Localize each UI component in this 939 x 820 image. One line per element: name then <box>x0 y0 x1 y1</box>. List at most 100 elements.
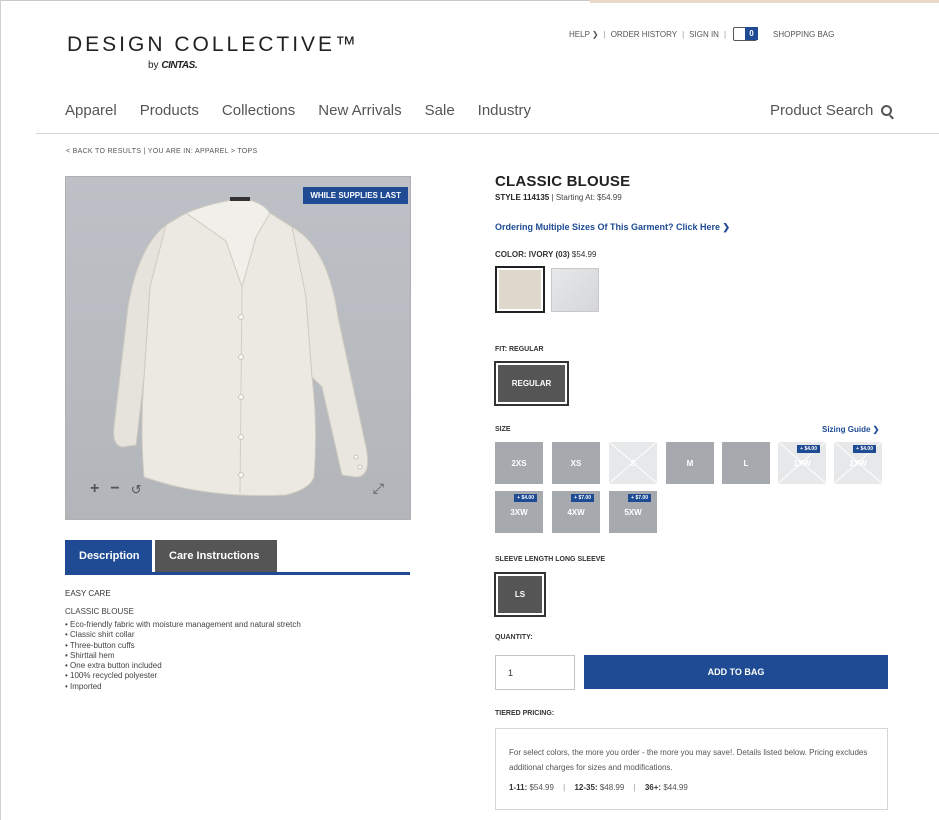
size-upcharge-badge: + $4.00 <box>853 445 876 453</box>
size-option-xs[interactable]: XS <box>552 442 600 484</box>
swatch-fill <box>499 270 541 309</box>
list-item: Shirttail hem <box>65 651 301 661</box>
description-title: CLASSIC BLOUSE <box>65 607 134 616</box>
logo-by-text: by <box>148 60 159 71</box>
tier-range: 1-11: <box>509 783 528 792</box>
help-link[interactable]: HELP <box>569 30 590 39</box>
tier-price: $48.99 <box>599 783 625 792</box>
shopping-bag-icon[interactable]: 0 <box>733 27 759 41</box>
window-left-border <box>0 0 1 820</box>
color-label: COLOR: IVORY (03) <box>495 250 570 259</box>
fit-label: FIT: REGULAR <box>495 346 544 353</box>
nav-item-collections[interactable]: Collections <box>222 102 295 119</box>
nav-divider <box>36 133 939 134</box>
size-option-m[interactable]: M <box>666 442 714 484</box>
fit-regular-label: REGULAR <box>498 365 565 402</box>
tier-prices: 1-11: $54.99 | 12-35: $48.99 | 36+: $44.… <box>509 783 875 792</box>
tier-price: $44.99 <box>663 783 688 792</box>
size-upcharge-badge: + $4.00 <box>514 494 537 502</box>
product-title: CLASSIC BLOUSE <box>495 173 631 190</box>
nav-item-products[interactable]: Products <box>140 102 199 119</box>
size-option-label: M <box>686 458 694 468</box>
tier-range: 12-35: <box>574 783 598 792</box>
product-search-button[interactable]: Product Search <box>770 102 893 119</box>
description-heading: EASY CARE <box>65 589 111 598</box>
color-line: COLOR: IVORY (03) $54.99 <box>495 250 596 259</box>
order-history-link[interactable]: ORDER HISTORY <box>611 30 677 39</box>
list-item: Imported <box>65 682 301 692</box>
size-option-2xs[interactable]: 2XS <box>495 442 543 484</box>
quantity-label: QUANTITY: <box>495 634 533 641</box>
tab-care-instructions[interactable]: Care Instructions <box>155 540 277 572</box>
list-item: 100% recycled polyester <box>65 671 301 681</box>
size-option-label: S <box>630 458 636 468</box>
style-line: STYLE 114135 | Starting At: $54.99 <box>495 193 622 202</box>
reset-zoom-icon[interactable]: ↺ <box>131 483 142 496</box>
quantity-input[interactable] <box>495 655 575 690</box>
tier-range: 36+: <box>644 783 662 792</box>
add-to-bag-button[interactable]: ADD TO BAG <box>584 655 888 689</box>
product-image[interactable]: WHILE SUPPLIES LAST + − ↺ ⤢ <box>65 176 411 520</box>
while-supplies-last-badge: WHILE SUPPLIES LAST <box>303 187 408 204</box>
list-item: Eco-friendly fabric with moisture manage… <box>65 620 301 630</box>
site-logo[interactable]: DESIGN COLLECTIVE™ by CINTAS. <box>67 33 360 71</box>
size-upcharge-badge: + $7.00 <box>628 494 651 502</box>
separator: | <box>563 783 566 792</box>
size-upcharge-badge: + $4.00 <box>797 445 820 453</box>
window-top-accent <box>590 0 939 3</box>
tab-underline <box>65 572 410 575</box>
logo-wordmark: DESIGN COLLECTIVE™ <box>67 33 360 56</box>
list-item: Three-button cuffs <box>65 641 301 651</box>
color-swatch-ivory[interactable] <box>495 266 545 313</box>
nav-item-industry[interactable]: Industry <box>478 102 531 119</box>
size-upcharge-badge: + $7.00 <box>571 494 594 502</box>
color-price: $54.99 <box>571 250 597 259</box>
tab-description[interactable]: Description <box>65 540 152 572</box>
separator: | <box>603 29 606 39</box>
zoom-controls: + − ↺ <box>90 481 153 497</box>
zoom-in-icon[interactable]: + <box>90 481 99 497</box>
search-icon <box>881 105 893 116</box>
size-option-4xw[interactable]: 4XW + $7.00 <box>552 491 600 533</box>
bag-count-badge: 0 <box>745 27 759 40</box>
description-list: Eco-friendly fabric with moisture manage… <box>65 620 301 692</box>
nav-item-sale[interactable]: Sale <box>425 102 455 119</box>
sleeve-ls-label: LS <box>498 576 542 613</box>
list-item: One extra button included <box>65 661 301 671</box>
color-swatch-white[interactable] <box>551 268 599 312</box>
size-option-label: XS <box>570 458 582 468</box>
size-option-label: 2XW <box>849 458 867 468</box>
size-option-3xw[interactable]: 3XW + $4.00 <box>495 491 543 533</box>
size-label: SIZE <box>495 426 511 433</box>
utility-nav: HELP ❯ | ORDER HISTORY | SIGN IN | 0 SHO… <box>569 27 834 41</box>
chevron-down-icon[interactable]: ❯ <box>592 30 599 39</box>
size-option-1xw[interactable]: 1XW + $4.00 <box>778 442 826 484</box>
zoom-out-icon[interactable]: − <box>110 481 119 497</box>
product-info-tabs: Description Care Instructions <box>65 540 277 572</box>
multiple-sizes-link[interactable]: Ordering Multiple Sizes Of This Garment?… <box>495 222 730 233</box>
breadcrumb[interactable]: < BACK TO RESULTS | YOU ARE IN: APPAREL … <box>66 148 257 155</box>
fit-regular-button[interactable]: REGULAR <box>494 361 569 406</box>
sign-in-link[interactable]: SIGN IN <box>689 30 719 39</box>
expand-icon[interactable]: ⤢ <box>373 480 384 497</box>
size-option-l[interactable]: L <box>722 442 770 484</box>
size-option-label: 3XW <box>510 507 528 517</box>
size-option-s[interactable]: S <box>609 442 657 484</box>
blouse-illustration <box>113 197 369 497</box>
shopping-bag-link[interactable]: SHOPPING BAG <box>773 30 834 39</box>
tiered-pricing-box: For select colors, the more you order - … <box>495 728 888 810</box>
sleeve-ls-button[interactable]: LS <box>494 572 546 617</box>
size-option-label: 5XW <box>624 507 642 517</box>
main-nav: Apparel Products Collections New Arrival… <box>65 102 554 119</box>
sizing-guide-link[interactable]: Sizing Guide ❯ <box>822 425 879 434</box>
size-option-label: L <box>743 458 749 468</box>
logo-byline: by CINTAS. <box>148 60 198 71</box>
tiered-pricing-label: TIERED PRICING: <box>495 710 555 717</box>
size-option-2xw[interactable]: 2XW + $4.00 <box>834 442 882 484</box>
nav-item-new-arrivals[interactable]: New Arrivals <box>318 102 401 119</box>
sleeve-length-label: SLEEVE LENGTH LONG SLEEVE <box>495 556 606 563</box>
size-option-5xw[interactable]: 5XW + $7.00 <box>609 491 657 533</box>
product-search-label: Product Search <box>770 102 874 119</box>
nav-item-apparel[interactable]: Apparel <box>65 102 117 119</box>
size-option-label: 1XW <box>793 458 811 468</box>
